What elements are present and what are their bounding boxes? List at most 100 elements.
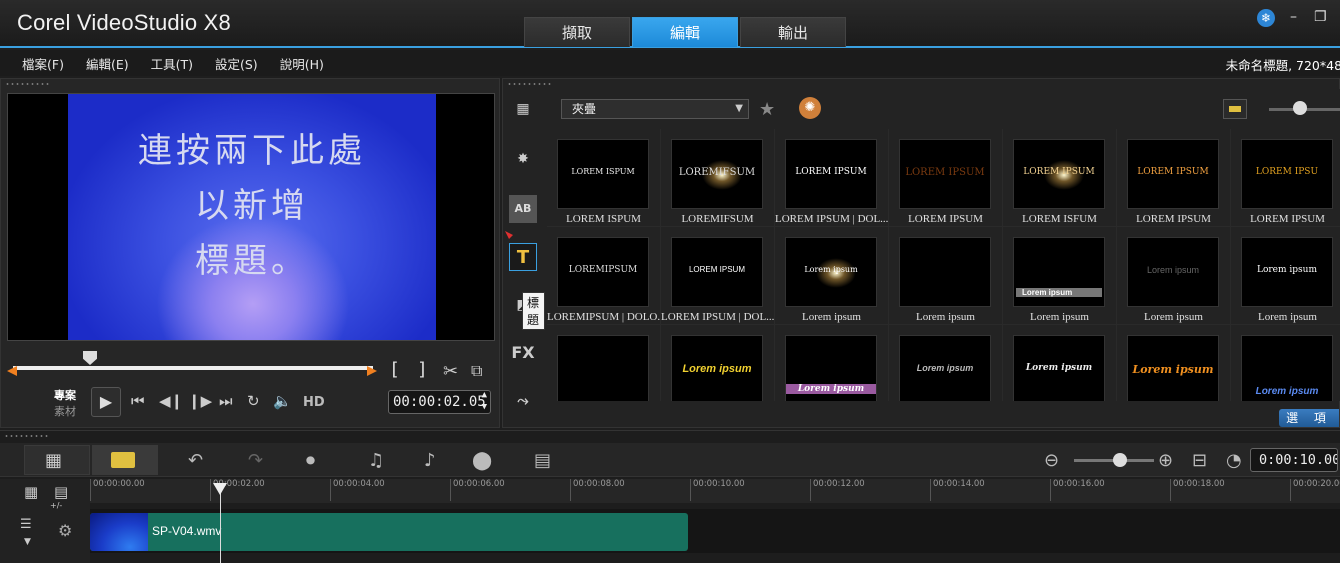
title-thumbnail[interactable]: Lorem ipsum xyxy=(1003,325,1117,401)
tab-capture[interactable]: 擷取 xyxy=(524,17,630,47)
mode-project[interactable]: 專案 xyxy=(54,387,76,403)
thumbnail-label: Lorem ipsum xyxy=(1030,311,1089,323)
title-thumbnail[interactable]: LOREM IPSU LOREM IPSUM xyxy=(1231,129,1340,227)
chapter-point-icon[interactable]: ▤ xyxy=(54,483,68,501)
end-icon[interactable]: ⏭ xyxy=(219,392,233,410)
film-reel-icon[interactable]: ✺ xyxy=(799,97,821,119)
enlarge-preview-icon[interactable]: ⧉ xyxy=(471,361,482,381)
title-thumbnail[interactable]: LOREMIFSUM LOREMIFSUM xyxy=(661,129,775,227)
title-thumbnail[interactable]: LOREM ISPUM LOREM ISPUM xyxy=(547,129,661,227)
scrub-bar[interactable] xyxy=(13,366,373,370)
video-track[interactable]: SP-V04.wmv xyxy=(90,509,1340,553)
title-thumbnail[interactable]: Lorem ipsum Lorem ipsum xyxy=(1003,227,1117,325)
record-capture-icon[interactable]: ⏺ xyxy=(306,450,315,471)
previous-frame-icon[interactable]: ◀❙ xyxy=(159,392,183,410)
title-thumbnail[interactable]: Lorem ipsum Lorem ipsum xyxy=(1231,227,1340,325)
help-snowflake-icon[interactable]: ❄ xyxy=(1257,9,1275,27)
player-timecode[interactable]: 00:00:02.05 ▲ ▼ xyxy=(388,390,491,414)
title-thumbnail[interactable]: LOREM IPSUM LOREM IPSUM xyxy=(889,129,1003,227)
title-thumbnail[interactable] xyxy=(547,325,661,401)
hd-preview-toggle[interactable]: HD xyxy=(303,395,325,410)
panel-grip[interactable] xyxy=(507,82,553,86)
menu-help[interactable]: 說明(H) xyxy=(280,54,324,73)
panel-grip[interactable] xyxy=(4,434,50,438)
zoom-slider-knob[interactable] xyxy=(1113,453,1127,467)
title-thumbnail[interactable]: Lorem ipsum Lorem ipsum xyxy=(775,227,889,325)
tab-share[interactable]: 輸出 xyxy=(740,17,846,47)
timeline-timecode[interactable]: 0:00:10.00 xyxy=(1250,448,1338,472)
preview-title-text[interactable]: 連按兩下此處 以新增 標題。 xyxy=(68,124,436,289)
home-icon[interactable]: ⏮ xyxy=(131,392,145,410)
track-manager-icon[interactable]: ▦ xyxy=(24,483,38,501)
add-remove-track-label[interactable]: +/- xyxy=(50,501,62,510)
title-thumbnail[interactable]: LOREM IPSUM LOREM ISFUM xyxy=(1003,129,1117,227)
scrubber-handle[interactable] xyxy=(83,351,97,365)
title-thumbnail[interactable]: LOREMIPSUM LOREMIPSUM | DOLO... xyxy=(547,227,661,325)
timeline-view-button[interactable] xyxy=(92,445,158,475)
mark-out-button[interactable]: ] xyxy=(417,359,428,380)
auto-music-icon[interactable]: ♪ xyxy=(424,450,436,471)
title-thumbnail[interactable]: Lorem ipsum xyxy=(775,325,889,401)
category-dropdown[interactable]: 夾疊 ▼ xyxy=(561,99,749,119)
track-collapse-icon[interactable]: ▼ xyxy=(24,537,31,547)
title-thumbnail[interactable]: Lorem ipsum Lorem ipsum xyxy=(1117,227,1231,325)
thumbnail-size-knob[interactable] xyxy=(1293,101,1307,115)
storyboard-view-button[interactable]: ▦ xyxy=(24,445,90,475)
title-thumbnail[interactable]: Lorem ipsum xyxy=(661,325,775,401)
track-options-icon[interactable]: ☰ xyxy=(20,517,32,532)
path-icon[interactable]: ⤳ xyxy=(509,387,537,415)
minimize-icon[interactable]: – xyxy=(1290,9,1297,25)
subtitle-editor-icon[interactable]: ▤ xyxy=(534,450,551,471)
library-header: 夾疊 ▼ ★ ✺ xyxy=(547,89,1340,129)
volume-icon[interactable]: 🔈 xyxy=(273,392,292,410)
title-thumbnail[interactable]: LOREM IPSUM LOREM IPSUM | DOL... xyxy=(775,129,889,227)
motion-tracking-icon[interactable]: ⬤ xyxy=(472,450,492,471)
title-thumbnail[interactable]: Lorem ipsum xyxy=(1117,325,1231,401)
title-thumbnail[interactable]: LOREM IPSUM LOREM IPSUM | DOL... xyxy=(661,227,775,325)
timeline-ruler[interactable]: 00:00:00.00 00:00:02.00 00:00:04.00 00:00:0… xyxy=(90,479,1340,503)
instant-project-icon[interactable]: ✸ xyxy=(509,145,537,173)
fit-project-icon[interactable]: ⊟ xyxy=(1192,450,1207,471)
play-button[interactable]: ▶ xyxy=(91,387,121,417)
view-toggle-button[interactable] xyxy=(1223,99,1247,119)
mark-in-button[interactable]: [ xyxy=(389,359,400,380)
title-thumbnail[interactable]: Lorem ipsum xyxy=(1231,325,1340,401)
menu-settings[interactable]: 設定(S) xyxy=(215,54,258,73)
playhead-line[interactable] xyxy=(220,483,221,563)
repeat-icon[interactable]: ↻ xyxy=(247,392,260,410)
timecode-stepper-icon[interactable]: ▲ ▼ xyxy=(482,389,487,413)
restore-icon[interactable]: ❐ xyxy=(1314,9,1327,25)
title-thumbnail[interactable]: LOREM IPSUM LOREM IPSUM xyxy=(1117,129,1231,227)
title-thumbnail[interactable]: Lorem ipsum xyxy=(889,227,1003,325)
player-panel: 連按兩下此處 以新增 標題。 [ ] ✂ ⧉ 專案 素材 ▶ ⏮ ◀❙ ❙▶ ⏭… xyxy=(0,78,500,428)
media-icon[interactable]: ▦ xyxy=(509,95,537,123)
sound-mixer-icon[interactable]: ♫ xyxy=(368,450,384,471)
title-thumbnail[interactable]: Lorem ipsum xyxy=(889,325,1003,401)
zoom-out-icon[interactable]: ⊖ xyxy=(1044,450,1059,471)
tab-edit[interactable]: 編輯 xyxy=(632,17,738,47)
trim-start-marker[interactable] xyxy=(7,366,17,376)
title-icon[interactable]: T xyxy=(509,243,537,271)
add-to-favorites-icon[interactable]: ★ xyxy=(759,99,775,120)
clip-thumbnail xyxy=(90,513,148,551)
thumbnail-preview xyxy=(557,335,649,401)
transition-icon[interactable]: AB xyxy=(509,195,537,223)
preview-window[interactable]: 連按兩下此處 以新增 標題。 xyxy=(7,93,495,341)
mode-clip[interactable]: 素材 xyxy=(54,403,76,419)
panel-grip[interactable] xyxy=(5,82,51,86)
zoom-in-icon[interactable]: ⊕ xyxy=(1158,450,1173,471)
menu-edit[interactable]: 編輯(E) xyxy=(86,54,129,73)
next-frame-icon[interactable]: ❙▶ xyxy=(188,392,212,410)
redo-icon[interactable]: ↷ xyxy=(248,450,263,471)
thumbnail-label: LOREM IPSUM | DOL... xyxy=(661,311,774,323)
menu-file[interactable]: 檔案(F) xyxy=(22,54,64,73)
options-button[interactable]: 選 項 xyxy=(1279,409,1339,427)
clip-name: SP-V04.wmv xyxy=(152,524,222,538)
fx-filter-icon[interactable]: FX xyxy=(509,339,537,367)
undo-icon[interactable]: ↶ xyxy=(188,450,203,471)
split-scissors-icon[interactable]: ✂ xyxy=(443,361,458,382)
thumbnail-title-text: Lorem ipsum xyxy=(1132,363,1214,376)
menu-tools[interactable]: 工具(T) xyxy=(151,54,193,73)
timeline-toolbar: ▦ ↶ ↷ ⏺ ♫ ♪ ⬤ ▤ ⊖ ⊕ ⊟ ◔ 0:00:10.00 xyxy=(0,443,1340,477)
video-clip[interactable]: SP-V04.wmv xyxy=(90,513,688,551)
